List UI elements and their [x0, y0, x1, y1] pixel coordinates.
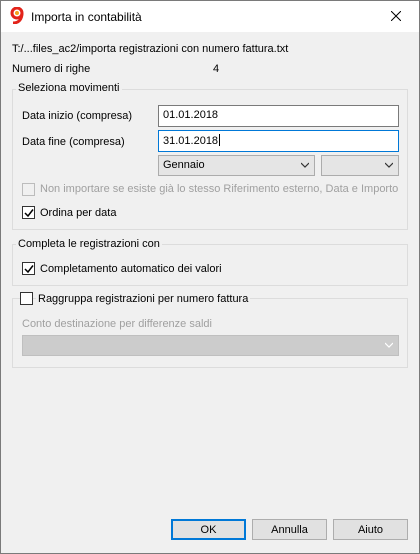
sort-by-date-label: Ordina per data: [40, 207, 117, 219]
file-path: T:/...files_ac2/importa registrazioni co…: [12, 43, 289, 55]
month-select-value: Gennaio: [163, 159, 205, 171]
title-bar[interactable]: Importa in contabilità: [1, 1, 419, 32]
skip-duplicates-checkbox[interactable]: [22, 183, 35, 196]
auto-complete-checkbox[interactable]: [22, 262, 35, 275]
period-select[interactable]: [321, 155, 399, 176]
complete-entries-title: Completa le registrazioni con: [16, 238, 162, 250]
skip-duplicates-label: Non importare se esiste già lo stesso Ri…: [40, 183, 399, 195]
end-date-label: Data fine (compresa): [22, 136, 125, 148]
group-by-invoice-group: [12, 298, 408, 368]
chevron-down-icon: [385, 342, 393, 348]
month-select[interactable]: Gennaio: [158, 155, 315, 176]
close-button[interactable]: [373, 1, 419, 31]
balance-account-select[interactable]: [22, 335, 399, 356]
checkmark-icon: [24, 209, 34, 218]
end-date-value: 31.01.2018: [163, 135, 219, 147]
import-dialog: Importa in contabilità T:/...files_ac2/i…: [0, 0, 420, 554]
help-button[interactable]: Aiuto: [333, 519, 408, 540]
close-icon: [391, 11, 401, 21]
sort-by-date-checkbox[interactable]: [22, 206, 35, 219]
group-by-invoice-checkbox[interactable]: [20, 292, 33, 305]
start-date-label: Data inizio (compresa): [22, 110, 133, 122]
rows-value: 4: [213, 63, 220, 75]
app-logo-icon: [10, 7, 24, 24]
start-date-input[interactable]: 01.01.2018: [158, 105, 399, 127]
chevron-down-icon: [385, 162, 393, 168]
rows-label: Numero di righe: [12, 63, 91, 75]
chevron-down-icon: [301, 162, 309, 168]
text-caret: [219, 134, 221, 146]
cancel-button[interactable]: Annulla: [252, 519, 327, 540]
end-date-input[interactable]: 31.01.2018: [158, 130, 399, 152]
checkmark-icon: [24, 265, 34, 274]
auto-complete-label: Completamento automatico dei valori: [40, 263, 222, 275]
group-by-invoice-label: Raggruppa registrazioni per numero fattu…: [36, 293, 251, 305]
select-movements-title: Seleziona movimenti: [16, 82, 122, 94]
ok-button[interactable]: OK: [171, 519, 246, 540]
balance-account-label: Conto destinazione per differenze saldi: [22, 318, 212, 330]
window-title: Importa in contabilità: [31, 10, 142, 24]
